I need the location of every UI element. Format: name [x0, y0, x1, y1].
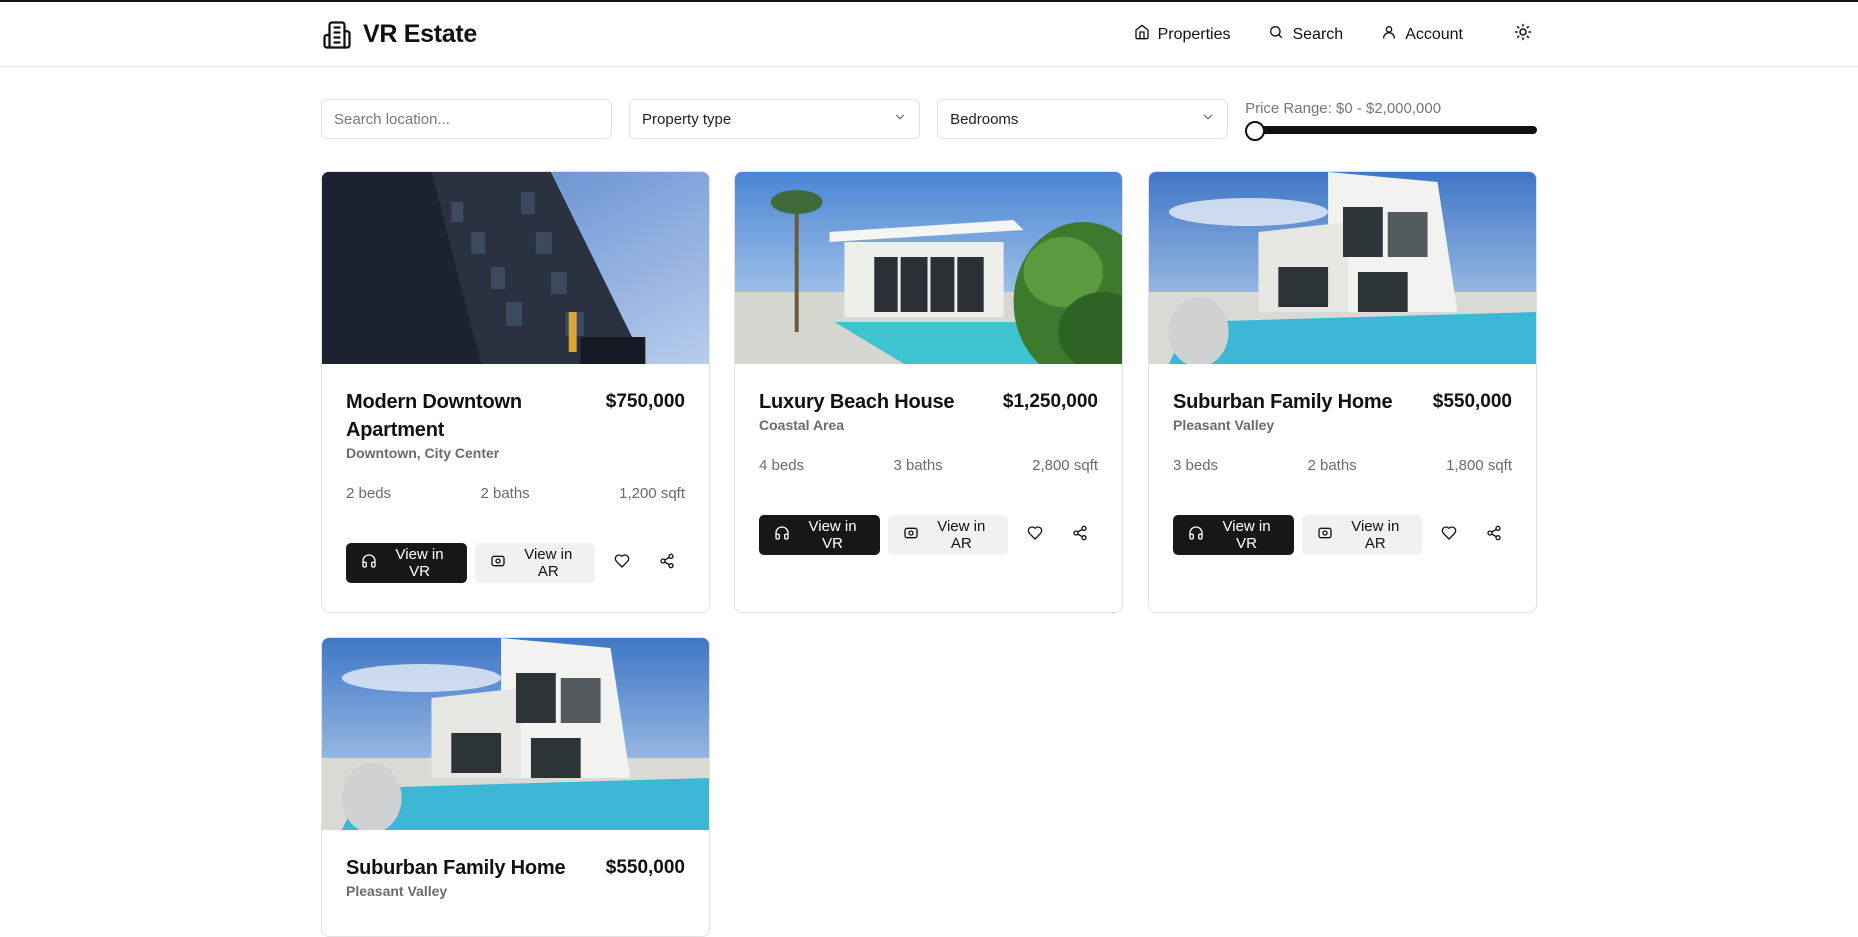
view-in-vr-label: View in VR — [808, 518, 857, 552]
property-card[interactable]: Suburban Family Home $550,000 Pleasant V… — [321, 637, 710, 937]
view-in-ar-label: View in AR — [937, 518, 986, 552]
property-title: Suburban Family Home — [1173, 391, 1393, 413]
heart-icon — [1027, 525, 1043, 546]
property-image-apartment — [322, 172, 709, 364]
nav-properties-label: Properties — [1157, 25, 1231, 43]
bedrooms-value: Bedrooms — [950, 110, 1019, 128]
price-range-label: Price Range: $0 - $2,000,000 — [1245, 100, 1442, 117]
card-actions: View in VR View in AR — [346, 543, 685, 583]
share-button[interactable] — [1061, 515, 1098, 555]
chevron-down-icon — [893, 110, 907, 128]
view-in-ar-label: View in AR — [524, 546, 573, 580]
property-image-pool-villa — [322, 638, 709, 830]
main-nav: Properties Search Account — [1134, 21, 1537, 49]
property-type-value: Property type — [642, 110, 732, 128]
property-beds: 4 beds — [759, 457, 805, 474]
view-in-vr-label: View in VR — [395, 546, 444, 580]
property-price: $550,000 — [605, 857, 685, 878]
property-image-pool-villa — [1149, 172, 1536, 364]
property-beds: 2 beds — [346, 485, 392, 502]
view-in-ar-label: View in AR — [1351, 518, 1400, 552]
property-stats: 2 beds 2 baths 1,200 sqft — [346, 485, 685, 502]
building-icon — [321, 19, 353, 51]
property-card[interactable]: Modern Downtown Apartment $750,000 Downt… — [321, 171, 710, 613]
sun-icon — [1514, 23, 1532, 46]
share-button[interactable] — [1475, 515, 1512, 555]
property-stats: 3 beds 2 baths 1,800 sqft — [1173, 457, 1512, 474]
nav-account[interactable]: Account — [1381, 24, 1463, 45]
view-in-vr-button[interactable]: View in VR — [759, 515, 881, 555]
share-icon — [1486, 525, 1502, 546]
property-price: $550,000 — [1432, 391, 1512, 412]
nav-properties[interactable]: Properties — [1134, 24, 1231, 45]
search-icon — [1268, 24, 1284, 45]
nav-search[interactable]: Search — [1268, 24, 1343, 45]
brand-name: VR Estate — [363, 20, 478, 48]
price-slider-track[interactable] — [1245, 126, 1538, 134]
heart-icon — [614, 553, 630, 574]
top-header: VR Estate Properties Search Account — [0, 2, 1858, 67]
view-in-vr-button[interactable]: View in VR — [346, 543, 468, 583]
property-baths: 2 baths — [480, 485, 530, 502]
property-location: Downtown, City Center — [346, 445, 500, 461]
headphones-icon — [361, 553, 377, 573]
price-range: Price Range: $0 - $2,000,000 — [1245, 99, 1538, 141]
card-actions: View in VR View in AR — [1173, 515, 1512, 555]
ar-camera-icon — [490, 553, 506, 573]
property-card[interactable]: Luxury Beach House $1,250,000 Coastal Ar… — [734, 171, 1123, 613]
property-sqft: 1,800 sqft — [1446, 457, 1512, 474]
view-in-vr-button[interactable]: View in VR — [1173, 515, 1295, 555]
filter-bar: Property type Bedrooms Price Range: $0 -… — [321, 99, 1538, 141]
property-sqft: 1,200 sqft — [619, 485, 685, 502]
location-search-input[interactable] — [334, 110, 600, 128]
property-image-beach-house — [735, 172, 1122, 364]
heart-icon — [1441, 525, 1457, 546]
user-icon — [1381, 24, 1397, 45]
share-icon — [659, 553, 675, 574]
ar-camera-icon — [1317, 525, 1333, 545]
brand[interactable]: VR Estate — [321, 19, 477, 51]
view-in-ar-button[interactable]: View in AR — [1302, 515, 1423, 555]
property-title: Modern Downtown Apartment — [346, 391, 522, 441]
favorite-button[interactable] — [1016, 515, 1053, 555]
share-button[interactable] — [648, 543, 685, 583]
property-location: Coastal Area — [759, 417, 845, 433]
property-location: Pleasant Valley — [1173, 417, 1275, 433]
share-icon — [1072, 525, 1088, 546]
view-in-ar-button[interactable]: View in AR — [888, 515, 1009, 555]
property-price: $1,250,000 — [1002, 391, 1098, 412]
chevron-down-icon — [1201, 110, 1215, 128]
view-in-ar-button[interactable]: View in AR — [475, 543, 596, 583]
location-search-field — [321, 99, 613, 139]
theme-toggle[interactable] — [1509, 21, 1537, 49]
property-title: Luxury Beach House — [759, 391, 955, 413]
view-in-vr-label: View in VR — [1222, 518, 1271, 552]
property-stats: 4 beds 3 baths 2,800 sqft — [759, 457, 1098, 474]
favorite-button[interactable] — [1430, 515, 1467, 555]
card-actions: View in VR View in AR — [759, 515, 1098, 555]
property-beds: 3 beds — [1173, 457, 1219, 474]
nav-account-label: Account — [1405, 25, 1463, 43]
nav-search-label: Search — [1292, 25, 1344, 43]
property-sqft: 2,800 sqft — [1032, 457, 1098, 474]
headphones-icon — [1188, 525, 1204, 545]
ar-camera-icon — [903, 525, 919, 545]
favorite-button[interactable] — [603, 543, 640, 583]
home-icon — [1134, 24, 1150, 45]
property-location: Pleasant Valley — [346, 883, 448, 899]
property-title: Suburban Family Home — [346, 857, 566, 879]
property-baths: 3 baths — [893, 457, 943, 474]
price-slider-thumb[interactable] — [1245, 121, 1266, 141]
bedrooms-select[interactable]: Bedrooms — [937, 99, 1229, 139]
property-type-select[interactable]: Property type — [629, 99, 921, 139]
headphones-icon — [774, 525, 790, 545]
property-baths: 2 baths — [1307, 457, 1357, 474]
property-card[interactable]: Suburban Family Home $550,000 Pleasant V… — [1148, 171, 1537, 613]
property-price: $750,000 — [605, 391, 685, 412]
